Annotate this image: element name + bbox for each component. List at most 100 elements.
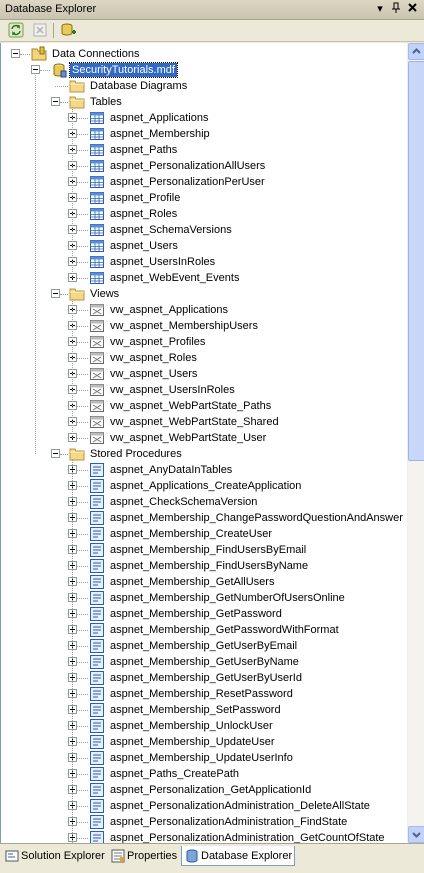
view-node[interactable]: vw_aspnet_WebPartState_Paths	[1, 398, 407, 414]
stored-procedure-node[interactable]: aspnet_Membership_FindUsersByName	[1, 558, 407, 574]
node-label: aspnet_Membership_ResetPassword	[110, 688, 293, 700]
database-icon	[51, 62, 67, 78]
node-label: Stored Procedures	[90, 448, 182, 460]
table-node[interactable]: aspnet_Applications	[1, 110, 407, 126]
table-node[interactable]: aspnet_WebEvent_Events	[1, 270, 407, 286]
database-node[interactable]: SecurityTutorials.mdf	[1, 62, 407, 78]
stored-procedure-icon	[89, 670, 105, 686]
tree-connector	[77, 710, 88, 711]
stored-procedure-node[interactable]: aspnet_Membership_CreateUser	[1, 526, 407, 542]
scroll-up-button[interactable]	[408, 43, 424, 60]
table-node[interactable]: aspnet_Paths	[1, 142, 407, 158]
node-label: aspnet_Profile	[110, 192, 181, 204]
table-node[interactable]: aspnet_Users	[1, 238, 407, 254]
database-diagrams-node[interactable]: Database Diagrams	[1, 78, 407, 94]
tree-connector	[77, 134, 88, 135]
toolbar	[0, 20, 424, 42]
table-node[interactable]: aspnet_PersonalizationPerUser	[1, 174, 407, 190]
table-node[interactable]: aspnet_Profile	[1, 190, 407, 206]
stored-procedure-node[interactable]: aspnet_Membership_ChangePasswordQuestion…	[1, 510, 407, 526]
connect-to-database-icon[interactable]	[60, 22, 78, 40]
stored-procedure-node[interactable]: aspnet_Membership_GetUserByUserId	[1, 670, 407, 686]
stored-procedure-node[interactable]: aspnet_CheckSchemaVersion	[1, 494, 407, 510]
close-icon[interactable]	[405, 2, 419, 16]
stored-procedure-node[interactable]: aspnet_PersonalizationAdministration_Get…	[1, 830, 407, 843]
stored-procedure-icon	[89, 542, 105, 558]
delete-icon[interactable]	[32, 22, 50, 40]
table-node[interactable]: aspnet_PersonalizationAllUsers	[1, 158, 407, 174]
stored-procedure-node[interactable]: aspnet_Membership_GetUserByName	[1, 654, 407, 670]
stored-procedure-icon	[89, 590, 105, 606]
tree-connector	[77, 662, 88, 663]
node-label: vw_aspnet_Roles	[110, 352, 197, 364]
node-label: aspnet_Membership_UpdateUser	[110, 736, 275, 748]
view-node[interactable]: vw_aspnet_Roles	[1, 350, 407, 366]
collapse-icon[interactable]	[51, 449, 60, 458]
database-tree[interactable]: Data Connections SecurityTutorials.mdf Dat…	[0, 43, 407, 843]
view-node[interactable]: vw_aspnet_MembershipUsers	[1, 318, 407, 334]
tab-database-explorer[interactable]: Database Explorer	[181, 846, 295, 866]
stored-procedure-node[interactable]: aspnet_Membership_UnlockUser	[1, 718, 407, 734]
view-node[interactable]: vw_aspnet_Applications	[1, 302, 407, 318]
view-node[interactable]: vw_aspnet_Profiles	[1, 334, 407, 350]
view-node[interactable]: vw_aspnet_Users	[1, 366, 407, 382]
pin-icon[interactable]	[389, 2, 403, 16]
stored-procedure-node[interactable]: aspnet_Personalization_GetApplicationId	[1, 782, 407, 798]
tables-node[interactable]: Tables	[1, 94, 407, 110]
stored-procedure-node[interactable]: aspnet_Membership_GetPassword	[1, 606, 407, 622]
stored-procedure-node[interactable]: aspnet_Membership_GetAllUsers	[1, 574, 407, 590]
tree-connector	[72, 299, 73, 438]
stored-procedures-node[interactable]: Stored Procedures	[1, 446, 407, 462]
stored-procedure-node[interactable]: aspnet_Membership_UpdateUser	[1, 734, 407, 750]
table-node[interactable]: aspnet_UsersInRoles	[1, 254, 407, 270]
stored-procedure-node[interactable]: aspnet_Membership_GetNumberOfUsersOnline	[1, 590, 407, 606]
stored-procedure-node[interactable]: aspnet_Membership_SetPassword	[1, 702, 407, 718]
collapse-icon[interactable]	[11, 49, 20, 58]
node-label: aspnet_PersonalizationAdministration_Get…	[110, 832, 385, 843]
tree-connector	[77, 598, 88, 599]
node-label: vw_aspnet_WebPartState_Paths	[110, 400, 272, 412]
collapse-icon[interactable]	[51, 97, 60, 106]
scroll-thumb[interactable]	[408, 61, 424, 461]
data-connections-node[interactable]: Data Connections	[1, 46, 407, 62]
stored-procedure-node[interactable]: aspnet_PersonalizationAdministration_Del…	[1, 798, 407, 814]
scroll-down-button[interactable]	[408, 826, 424, 843]
stored-procedure-node[interactable]: aspnet_Membership_UpdateUserInfo	[1, 750, 407, 766]
stored-procedure-node[interactable]: aspnet_Membership_ResetPassword	[1, 686, 407, 702]
stored-procedure-node[interactable]: aspnet_AnyDataInTables	[1, 462, 407, 478]
views-node[interactable]: Views	[1, 286, 407, 302]
table-node[interactable]: aspnet_Roles	[1, 206, 407, 222]
tree-connector	[77, 230, 88, 231]
stored-procedure-icon	[89, 654, 105, 670]
table-node[interactable]: aspnet_Membership	[1, 126, 407, 142]
node-label: aspnet_Membership	[110, 128, 210, 140]
tree-connector	[72, 459, 73, 843]
collapse-icon[interactable]	[31, 65, 40, 74]
view-node[interactable]: vw_aspnet_UsersInRoles	[1, 382, 407, 398]
node-label: aspnet_SchemaVersions	[110, 224, 232, 236]
collapse-icon[interactable]	[51, 289, 60, 298]
tab-properties[interactable]: Properties	[108, 846, 177, 866]
vertical-scrollbar[interactable]	[407, 43, 424, 843]
view-node[interactable]: vw_aspnet_WebPartState_Shared	[1, 414, 407, 430]
node-label: vw_aspnet_WebPartState_User	[110, 432, 267, 444]
stored-procedure-node[interactable]: aspnet_Membership_GetPasswordWithFormat	[1, 622, 407, 638]
tab-solution-explorer[interactable]: Solution Explorer	[2, 846, 105, 866]
dropdown-icon[interactable]: ▾	[373, 2, 387, 16]
stored-procedure-node[interactable]: aspnet_Paths_CreatePath	[1, 766, 407, 782]
node-label: aspnet_Membership_GetNumberOfUsersOnline	[110, 592, 345, 604]
table-node[interactable]: aspnet_SchemaVersions	[1, 222, 407, 238]
stored-procedure-node[interactable]: aspnet_Applications_CreateApplication	[1, 478, 407, 494]
node-label: vw_aspnet_MembershipUsers	[110, 320, 258, 332]
node-label: vw_aspnet_Users	[110, 368, 198, 380]
tree-connector	[77, 822, 88, 823]
stored-procedure-icon	[89, 814, 105, 830]
tree-connector	[60, 294, 68, 295]
refresh-icon[interactable]	[8, 22, 26, 40]
window-title: Database Explorer	[5, 3, 97, 15]
stored-procedure-node[interactable]: aspnet_PersonalizationAdministration_Fin…	[1, 814, 407, 830]
stored-procedure-node[interactable]: aspnet_Membership_GetUserByEmail	[1, 638, 407, 654]
view-node[interactable]: vw_aspnet_WebPartState_User	[1, 430, 407, 446]
table-icon	[89, 222, 105, 238]
stored-procedure-node[interactable]: aspnet_Membership_FindUsersByEmail	[1, 542, 407, 558]
